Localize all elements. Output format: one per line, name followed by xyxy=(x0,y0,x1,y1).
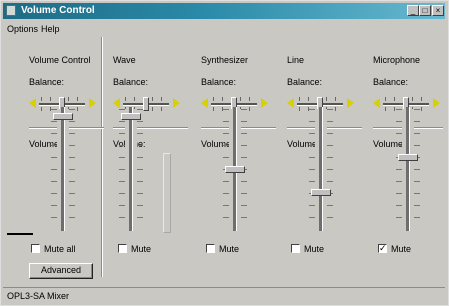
volume-track xyxy=(61,107,65,231)
volume-track xyxy=(319,107,323,231)
volume-slider[interactable] xyxy=(309,107,333,231)
volume-slider[interactable] xyxy=(223,107,247,231)
speaker-left-icon xyxy=(29,98,36,108)
volume-control-window: Volume Control _ □ × Options Help Volume… xyxy=(0,0,449,306)
speaker-right-icon xyxy=(433,98,440,108)
channel-name: Synthesizer xyxy=(201,55,249,65)
volume-slider[interactable] xyxy=(119,107,143,231)
mute-checkbox[interactable] xyxy=(291,244,300,253)
mute-label: Mute xyxy=(219,244,240,254)
channel-name: Line xyxy=(287,55,305,65)
menu-help[interactable]: Help xyxy=(41,24,60,34)
volume-track xyxy=(406,107,410,231)
balance-label: Balance: xyxy=(201,77,237,87)
channel-name: Microphone xyxy=(373,55,421,65)
mute-label: Mute xyxy=(391,244,412,254)
speaker-app-icon xyxy=(6,5,16,16)
speaker-right-icon xyxy=(261,98,268,108)
volume-thumb[interactable] xyxy=(53,113,73,120)
level-meter xyxy=(163,153,171,233)
speaker-left-icon xyxy=(373,98,380,108)
volume-track xyxy=(129,107,133,231)
mute-label: Mute xyxy=(131,244,152,254)
status-text: OPL3-SA Mixer xyxy=(7,291,70,301)
menu-bar: Options Help xyxy=(3,21,443,35)
panel-divider xyxy=(101,37,102,277)
title-bar[interactable]: Volume Control _ □ × xyxy=(3,3,445,19)
channel-name: Volume Control xyxy=(29,55,91,65)
mute-checkbox[interactable] xyxy=(206,244,215,253)
volume-thumb[interactable] xyxy=(225,166,245,173)
window-title: Volume Control xyxy=(21,5,95,16)
mute-label: Mute xyxy=(304,244,325,254)
mute-checkbox[interactable]: ✓ xyxy=(378,244,387,253)
balance-thumb[interactable] xyxy=(143,97,149,111)
balance-label: Balance: xyxy=(287,77,323,87)
speaker-right-icon xyxy=(89,98,96,108)
balance-label: Balance: xyxy=(113,77,149,87)
channel-name: Wave xyxy=(113,55,136,65)
divider xyxy=(7,233,33,235)
volume-slider[interactable] xyxy=(51,107,75,231)
balance-label: Balance: xyxy=(373,77,409,87)
balance-label: Balance: xyxy=(29,77,65,87)
mute-all-label: Mute all xyxy=(44,244,76,254)
status-bar: OPL3-SA Mixer xyxy=(3,287,445,302)
volume-thumb[interactable] xyxy=(121,113,141,120)
minimize-button[interactable]: _ xyxy=(407,5,419,16)
volume-slider[interactable] xyxy=(396,107,420,231)
mute-checkbox[interactable] xyxy=(118,244,127,253)
mute-all-checkbox[interactable] xyxy=(31,244,40,253)
menu-options[interactable]: Options xyxy=(7,24,38,34)
volume-thumb[interactable] xyxy=(398,154,418,161)
speaker-right-icon xyxy=(347,98,354,108)
maximize-button[interactable]: □ xyxy=(419,5,431,16)
advanced-button[interactable]: Advanced xyxy=(29,263,93,279)
volume-thumb[interactable] xyxy=(311,189,331,196)
speaker-right-icon xyxy=(173,98,180,108)
speaker-left-icon xyxy=(201,98,208,108)
speaker-left-icon xyxy=(287,98,294,108)
close-button[interactable]: × xyxy=(432,5,444,16)
